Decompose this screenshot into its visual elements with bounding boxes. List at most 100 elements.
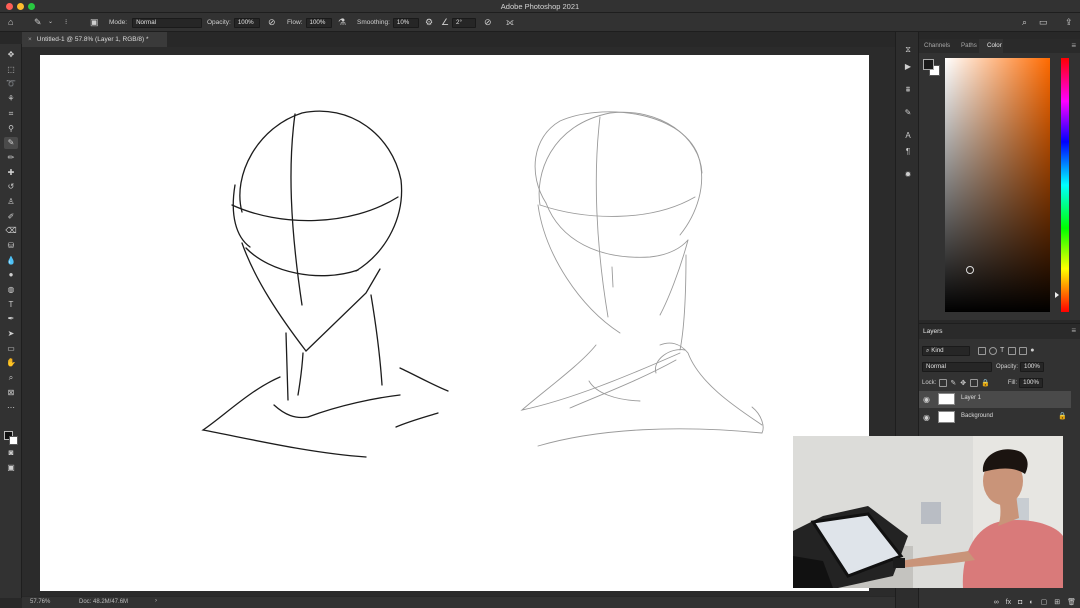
- chevron-down-icon[interactable]: ⌄: [48, 17, 53, 28]
- layer-row-layer-1[interactable]: ◉ Layer 1: [919, 391, 1071, 408]
- character-icon[interactable]: A: [902, 130, 914, 142]
- color-picker-cursor[interactable]: [966, 266, 974, 274]
- brush-settings-icon[interactable]: ✎: [902, 107, 914, 119]
- layer-filter-select[interactable]: ⌕ Kind: [922, 345, 970, 356]
- flow-input[interactable]: 100%: [305, 17, 332, 28]
- hue-slider[interactable]: [1061, 58, 1069, 312]
- angle-input[interactable]: 2°: [452, 17, 476, 28]
- smoothing-input[interactable]: 10%: [392, 17, 419, 28]
- airbrush-icon[interactable]: ⚗: [338, 17, 346, 28]
- history-icon[interactable]: ⧖: [902, 44, 914, 56]
- search-icon[interactable]: ⌕: [1022, 17, 1027, 28]
- tab-channels[interactable]: Channels: [924, 42, 950, 49]
- new-layer-icon[interactable]: ⊞: [1054, 598, 1060, 606]
- blur-tool-icon[interactable]: 💧: [4, 255, 18, 267]
- quick-mask-icon[interactable]: ◙: [4, 447, 18, 459]
- eye-icon[interactable]: ◉: [923, 413, 930, 422]
- lock-artboard-icon[interactable]: [970, 378, 979, 387]
- new-group-icon[interactable]: ▢: [1041, 598, 1048, 606]
- filter-shape-icon[interactable]: [1008, 346, 1017, 355]
- pencil-tool-icon[interactable]: ✏: [4, 152, 18, 164]
- pressure-size-icon[interactable]: ⊘: [484, 17, 492, 28]
- tab-paths[interactable]: Paths: [961, 42, 977, 49]
- quick-select-tool-icon[interactable]: ⚘: [4, 93, 18, 105]
- filter-adjustment-icon[interactable]: [989, 346, 997, 355]
- add-mask-icon[interactable]: ◘: [1018, 599, 1022, 606]
- brush-settings-icon[interactable]: ▣: [90, 17, 99, 28]
- paragraph-icon[interactable]: ¶: [902, 146, 914, 158]
- brush-size-icon[interactable]: ⁝: [65, 17, 67, 28]
- zoom-tool-icon[interactable]: ⌕: [4, 372, 18, 384]
- brush-tool-icon[interactable]: ✎: [4, 137, 18, 149]
- adjustment-layer-icon[interactable]: ◐: [1029, 599, 1033, 606]
- color-field[interactable]: [945, 58, 1050, 312]
- tools-panel: ✥ ⬚ ➰ ⚘ ⌗ ⚲ ✎ ✏ ✚ ↺ ♙ ✐ ⌫ ⛁ 💧 ● ◍ T ✒ ➤ …: [0, 44, 22, 598]
- document-size-info[interactable]: Doc: 48.2M/47.6M: [79, 599, 128, 605]
- screen-mode-icon[interactable]: ▣: [4, 462, 18, 474]
- healing-tool-icon[interactable]: ✚: [4, 167, 18, 179]
- hue-slider-marker[interactable]: [1055, 292, 1059, 298]
- fx-icon[interactable]: fx: [1006, 599, 1011, 606]
- symmetry-icon[interactable]: ⟗: [506, 17, 514, 28]
- path-select-icon[interactable]: ➤: [4, 328, 18, 340]
- lock-transparency-icon[interactable]: [939, 378, 948, 387]
- gear-icon[interactable]: ⚙: [425, 17, 433, 28]
- fill-label: Fill:: [1007, 379, 1018, 386]
- layers-menu-icon[interactable]: ≡: [1071, 326, 1076, 335]
- properties-icon[interactable]: ⩩: [902, 84, 914, 96]
- tab-color[interactable]: Color: [987, 42, 1002, 49]
- workspace-icon[interactable]: ▭: [1039, 17, 1048, 28]
- art-history-brush-icon[interactable]: ✐: [4, 211, 18, 223]
- background-color-swatch[interactable]: [9, 436, 18, 445]
- fill-input[interactable]: 100%: [1019, 377, 1044, 388]
- layer-row-background[interactable]: ◉ Background 🔒: [919, 409, 1071, 426]
- lasso-tool-icon[interactable]: ➰: [4, 78, 18, 90]
- more-tools-icon[interactable]: ⋯: [4, 402, 18, 414]
- layer-opacity-input[interactable]: 100%: [1020, 361, 1045, 372]
- sponge-tool-icon[interactable]: ◍: [4, 284, 18, 296]
- glyphs-icon[interactable]: ✹: [902, 169, 914, 181]
- document-canvas[interactable]: [40, 55, 869, 591]
- eye-icon[interactable]: ◉: [923, 395, 930, 404]
- filter-type-icon[interactable]: T: [1000, 347, 1004, 354]
- history-brush-icon[interactable]: ↺: [4, 181, 18, 193]
- app-title: Adobe Photoshop 2021: [500, 2, 580, 11]
- lock-position-icon[interactable]: ✥: [960, 379, 966, 387]
- actions-play-icon[interactable]: ▶: [902, 61, 914, 73]
- paint-bucket-icon[interactable]: ⛁: [4, 240, 18, 252]
- lock-icon[interactable]: 🔒: [1058, 412, 1067, 420]
- lock-all-icon[interactable]: 🔒: [981, 379, 990, 387]
- eraser-tool-icon[interactable]: ⌫: [4, 225, 18, 237]
- mode-select[interactable]: Normal: [132, 17, 203, 28]
- share-icon[interactable]: ⇪: [1065, 17, 1073, 28]
- dodge-tool-icon[interactable]: ●: [4, 269, 18, 281]
- brush-preset-icon[interactable]: ✎: [34, 17, 42, 28]
- marquee-tool-icon[interactable]: ⬚: [4, 64, 18, 76]
- color-panel-foreground-swatch[interactable]: [923, 59, 934, 70]
- move-tool-icon[interactable]: ✥: [4, 49, 18, 61]
- home-icon[interactable]: ⌂: [8, 17, 13, 28]
- trash-icon[interactable]: 🗑: [1067, 598, 1076, 606]
- filter-toggle-icon[interactable]: ●: [1030, 347, 1034, 354]
- crop-tool-icon[interactable]: ⌗: [4, 108, 18, 120]
- type-tool-icon[interactable]: T: [4, 299, 18, 311]
- filter-pixel-icon[interactable]: [978, 346, 986, 355]
- close-tab-icon[interactable]: ×: [28, 36, 32, 43]
- pressure-opacity-icon[interactable]: ⊘: [268, 17, 276, 28]
- rotate-view-icon[interactable]: ⊠: [4, 387, 18, 399]
- hand-tool-icon[interactable]: ✋: [4, 357, 18, 369]
- blend-mode-select[interactable]: Normal: [922, 361, 992, 372]
- rectangle-tool-icon[interactable]: ▭: [4, 343, 18, 355]
- pen-tool-icon[interactable]: ✒: [4, 313, 18, 325]
- filter-smart-object-icon[interactable]: [1019, 346, 1028, 355]
- opacity-input[interactable]: 100%: [233, 17, 260, 28]
- document-tab[interactable]: × Untitled-1 @ 57.8% (Layer 1, RGB/8) *: [22, 32, 167, 47]
- chevron-right-icon[interactable]: ›: [155, 598, 157, 604]
- layer-filter-value: Kind: [931, 346, 944, 354]
- link-layers-icon[interactable]: ∞: [994, 599, 999, 606]
- stamp-tool-icon[interactable]: ♙: [4, 196, 18, 208]
- zoom-level[interactable]: 57.76%: [30, 599, 50, 605]
- lock-image-icon[interactable]: ✎: [950, 379, 956, 387]
- eyedropper-tool-icon[interactable]: ⚲: [4, 123, 18, 135]
- panel-menu-icon[interactable]: ≡: [1071, 41, 1076, 50]
